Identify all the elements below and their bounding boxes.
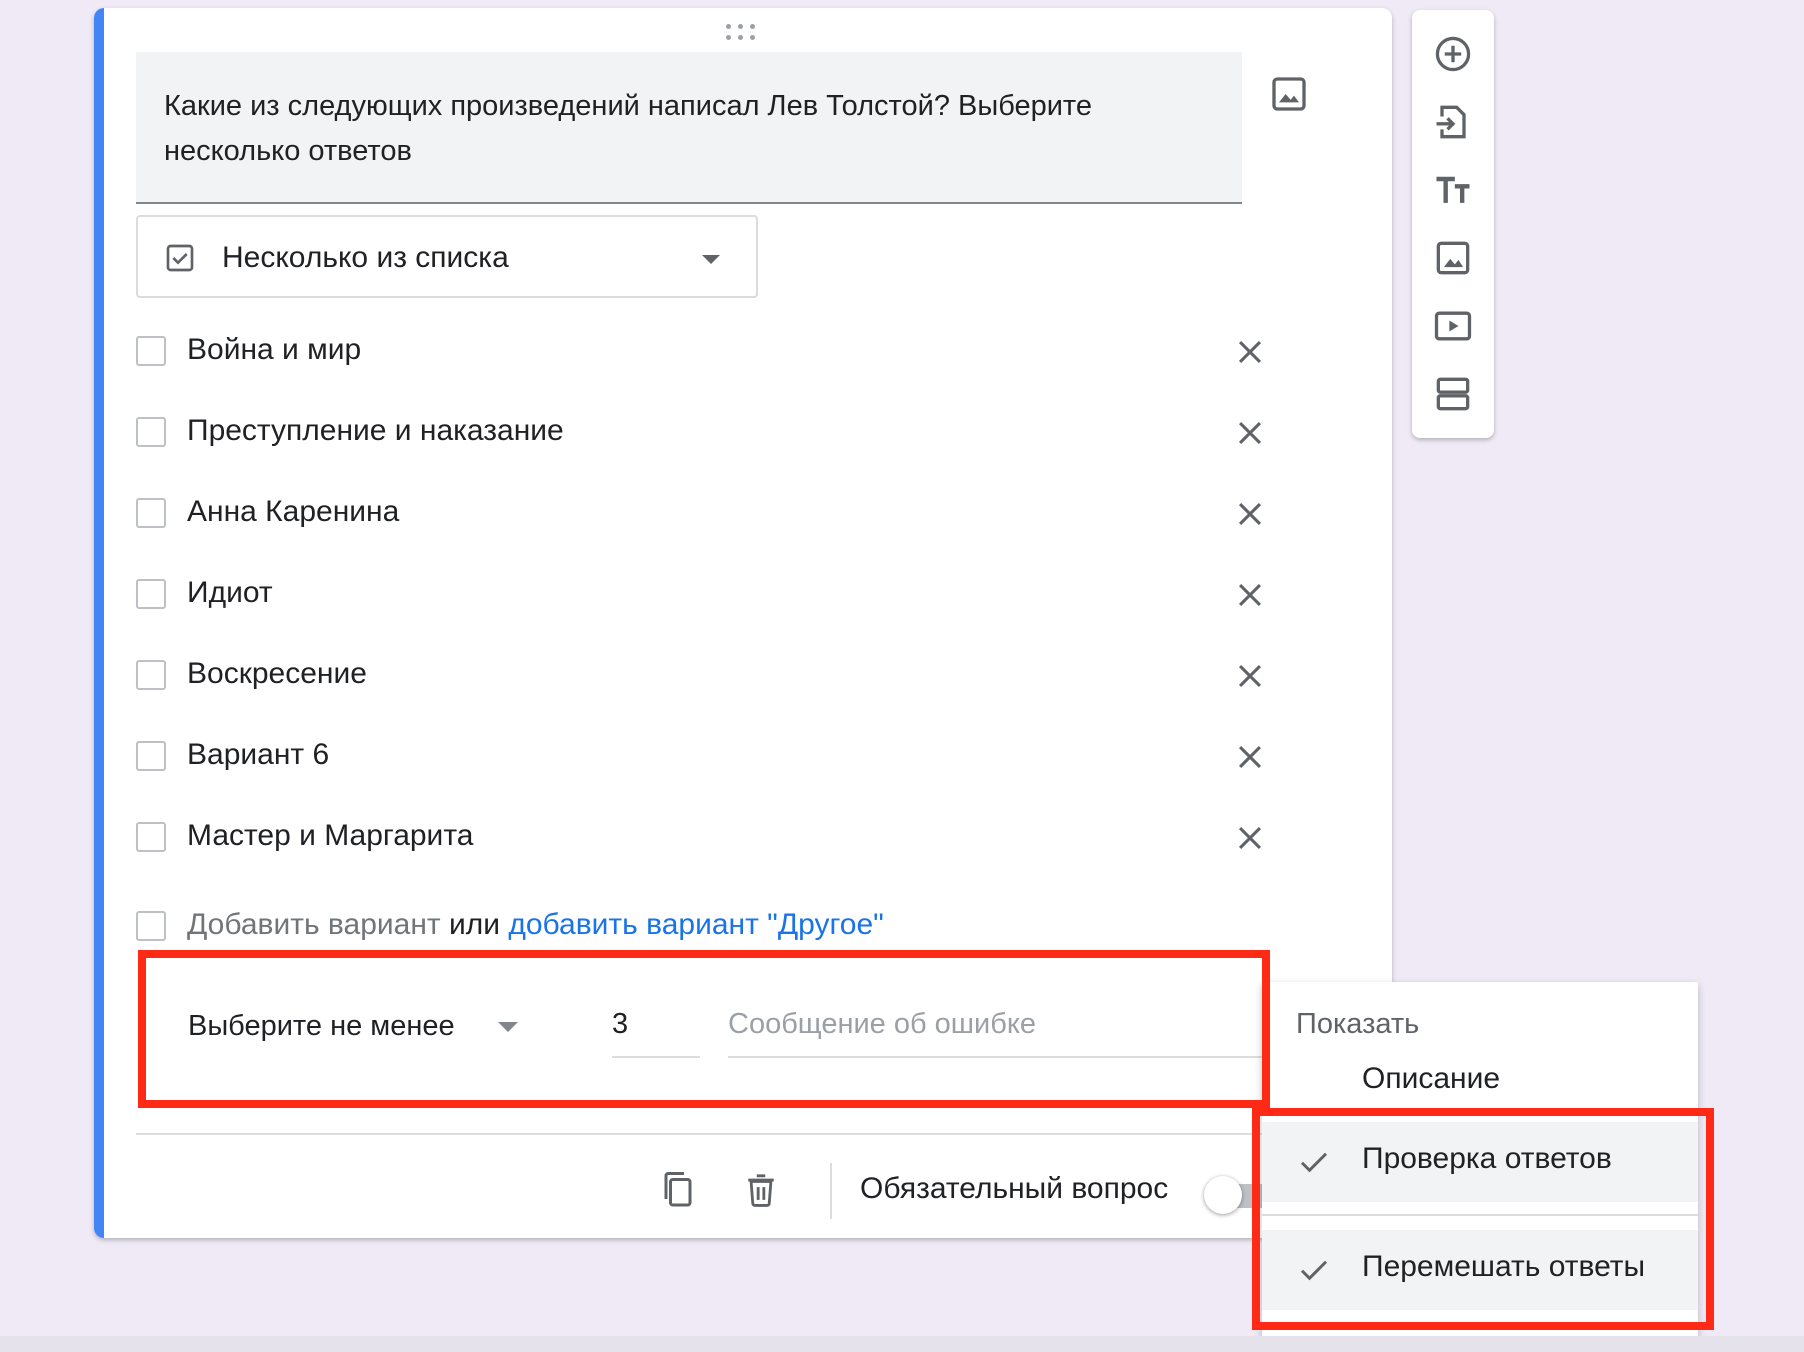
required-question-label: Обязательный вопрос (860, 1172, 1169, 1205)
remove-option-icon[interactable] (1233, 416, 1267, 450)
show-options-menu: Показать Описание Проверка ответов Перем… (1262, 982, 1698, 1352)
chevron-down-icon[interactable] (498, 1022, 518, 1032)
question-title-field[interactable]: Какие из следующих произведений написал … (136, 52, 1242, 204)
menu-heading: Показать (1296, 1008, 1420, 1040)
option-checkbox (136, 660, 166, 690)
menu-item-response-validation[interactable]: Проверка ответов (1262, 1122, 1698, 1202)
option-checkbox (136, 741, 166, 771)
option-checkbox (136, 911, 166, 941)
menu-divider (1262, 1214, 1698, 1216)
option-row-2: Преступление и наказание (136, 404, 1266, 464)
remove-option-icon[interactable] (1233, 821, 1267, 855)
option-label[interactable]: Преступление и наказание (187, 414, 564, 448)
floating-toolbar (1412, 10, 1494, 438)
add-image-icon[interactable] (1431, 236, 1475, 280)
check-icon (1296, 1144, 1332, 1180)
response-validation-section: Выберите не менее 3 Сообщение об ошибке (136, 966, 1296, 1126)
option-row-4: Идиот (136, 566, 1266, 626)
validation-count-value: 3 (612, 1008, 629, 1040)
option-checkbox (136, 498, 166, 528)
menu-item-description[interactable]: Описание (1262, 1042, 1698, 1122)
required-toggle-thumb[interactable] (1204, 1176, 1242, 1214)
option-checkbox (136, 417, 166, 447)
menu-item-label: Перемешать ответы (1362, 1250, 1646, 1283)
remove-option-icon[interactable] (1233, 740, 1267, 774)
option-label[interactable]: Идиот (187, 576, 273, 610)
menu-item-label: Проверка ответов (1362, 1142, 1612, 1175)
active-card-accent (94, 8, 104, 1238)
remove-option-icon[interactable] (1233, 497, 1267, 531)
option-checkbox (136, 822, 166, 852)
checkbox-type-icon (164, 242, 196, 274)
footer-divider (136, 1133, 1392, 1135)
option-label[interactable]: Воскресение (187, 657, 367, 691)
delete-icon[interactable] (744, 1170, 778, 1210)
add-other-option-link[interactable]: добавить вариант "Другое" (508, 908, 883, 941)
check-icon (1296, 1252, 1332, 1288)
add-image-to-question-icon[interactable] (1269, 74, 1309, 114)
add-video-icon[interactable] (1431, 304, 1475, 348)
option-label[interactable]: Вариант 6 (187, 738, 329, 772)
add-section-icon[interactable] (1431, 372, 1475, 416)
add-option-row: Добавить вариант или добавить вариант "Д… (136, 898, 1036, 958)
page-bottom-strip (0, 1336, 1804, 1352)
question-card: Какие из следующих произведений написал … (94, 8, 1392, 1238)
chevron-down-icon (702, 255, 720, 264)
option-row-1: Война и мир (136, 323, 1266, 383)
validation-rule-dropdown[interactable]: Выберите не менее (188, 1010, 455, 1043)
remove-option-icon[interactable] (1233, 335, 1267, 369)
remove-option-icon[interactable] (1233, 578, 1267, 612)
duplicate-icon[interactable] (660, 1170, 696, 1210)
option-checkbox (136, 336, 166, 366)
add-option-button[interactable]: Добавить вариант (187, 908, 441, 941)
footer-separator (830, 1163, 832, 1219)
remove-option-icon[interactable] (1233, 659, 1267, 693)
drag-handle-icon[interactable] (724, 22, 758, 44)
add-title-icon[interactable] (1431, 168, 1475, 212)
option-row-7: Мастер и Маргарита (136, 809, 1266, 869)
add-question-icon[interactable] (1431, 32, 1475, 76)
option-row-5: Воскресение (136, 647, 1266, 707)
menu-item-shuffle-options[interactable]: Перемешать ответы (1262, 1230, 1698, 1310)
option-label[interactable]: Мастер и Маргарита (187, 819, 473, 853)
question-type-dropdown[interactable]: Несколько из списка (136, 215, 758, 298)
option-label[interactable]: Война и мир (187, 333, 361, 367)
add-option-or-text: или (448, 908, 501, 941)
error-message-input[interactable]: Сообщение об ошибке (728, 1004, 1288, 1058)
option-row-6: Вариант 6 (136, 728, 1266, 788)
option-row-3: Анна Каренина (136, 485, 1266, 545)
error-message-placeholder: Сообщение об ошибке (728, 1008, 1037, 1040)
import-questions-icon[interactable] (1431, 100, 1475, 144)
question-type-label: Несколько из списка (222, 241, 509, 274)
validation-count-input[interactable]: 3 (612, 1004, 700, 1058)
question-title-text: Какие из следующих произведений написал … (164, 90, 1093, 167)
menu-item-label: Описание (1362, 1062, 1501, 1095)
option-checkbox (136, 579, 166, 609)
option-label[interactable]: Анна Каренина (187, 495, 399, 529)
